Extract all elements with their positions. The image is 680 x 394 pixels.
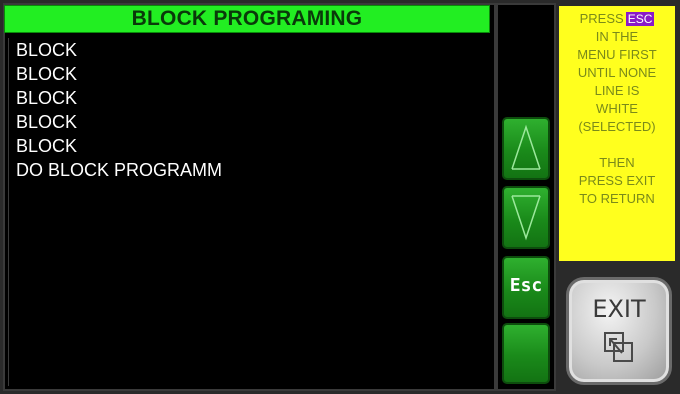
list-item[interactable]: BLOCK xyxy=(9,62,491,86)
help-line: WHITE xyxy=(596,101,638,116)
help-line: MENU FIRST xyxy=(577,47,657,62)
help-line: (SELECTED) xyxy=(578,119,656,134)
help-line: LINE IS xyxy=(594,83,640,98)
down-arrow-icon xyxy=(511,195,541,241)
help-panel: PRESS ESC IN THE MENU FIRST UNTIL NONE LI… xyxy=(557,4,677,263)
list-item[interactable]: BLOCK xyxy=(9,134,491,158)
list-item[interactable]: BLOCK xyxy=(9,38,491,62)
help-text: PRESS xyxy=(579,11,624,26)
esc-key-badge: ESC xyxy=(625,12,655,26)
esc-button-label: Esc xyxy=(509,275,543,296)
help-line: PRESS EXIT xyxy=(578,173,656,188)
scroll-up-button[interactable] xyxy=(502,117,550,180)
scroll-down-button[interactable] xyxy=(502,186,550,249)
up-arrow-icon xyxy=(511,124,541,170)
help-line: PRESS ESC xyxy=(559,10,675,28)
exit-button[interactable]: EXIT xyxy=(566,277,672,385)
blank-button[interactable] xyxy=(502,323,550,384)
esc-button[interactable]: Esc xyxy=(502,256,550,319)
block-menu-list: BLOCK BLOCK BLOCK BLOCK BLOCK DO BLOCK P… xyxy=(8,38,491,386)
help-line: UNTIL NONE xyxy=(577,65,657,80)
hmi-screen: BLOCK PROGRAMING BLOCK BLOCK BLOCK BLOCK… xyxy=(0,0,680,394)
exit-button-label: EXIT xyxy=(592,295,646,323)
help-spacer xyxy=(559,136,675,154)
help-line: THEN xyxy=(599,155,635,170)
list-item[interactable]: BLOCK xyxy=(9,86,491,110)
help-line: TO RETURN xyxy=(579,191,655,206)
page-title: BLOCK PROGRAMING xyxy=(4,5,490,33)
list-item[interactable]: BLOCK xyxy=(9,110,491,134)
list-item[interactable]: DO BLOCK PROGRAMM xyxy=(9,158,491,182)
exit-window-icon xyxy=(604,332,633,362)
help-line: IN THE xyxy=(595,29,639,44)
